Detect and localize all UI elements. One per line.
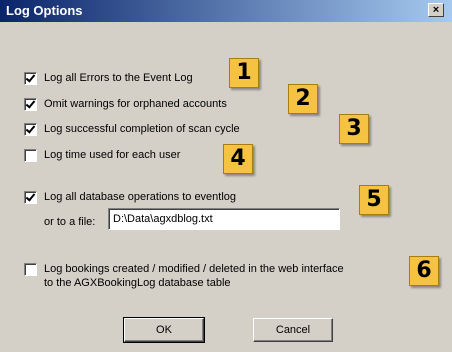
ok-button[interactable]: OK bbox=[123, 317, 205, 343]
option-label: Log time used for each user bbox=[44, 149, 181, 161]
option-label: Log bookings created / modified / delete… bbox=[44, 263, 344, 275]
checkbox-log-errors[interactable] bbox=[24, 72, 37, 85]
checkbox-omit-warnings[interactable] bbox=[24, 98, 37, 111]
option-label: Log successful completion of scan cycle bbox=[44, 123, 240, 135]
checkbox-log-scan-completion[interactable] bbox=[24, 123, 37, 136]
cancel-button[interactable]: Cancel bbox=[253, 318, 333, 342]
callout-badge-5: 5 bbox=[359, 185, 389, 215]
log-file-input[interactable] bbox=[108, 208, 340, 230]
checkbox-log-time-per-user[interactable] bbox=[24, 149, 37, 162]
callout-badge-3: 3 bbox=[339, 114, 369, 144]
callout-badge-1: 1 bbox=[229, 58, 259, 88]
log-options-dialog: Log Options × Log all Errors to the Even… bbox=[0, 0, 452, 352]
callout-badge-2: 2 bbox=[288, 84, 318, 114]
option-label: Log all database operations to eventlog bbox=[44, 191, 237, 203]
title-bar: Log Options × bbox=[0, 0, 452, 22]
option-label: Log all Errors to the Event Log bbox=[44, 72, 193, 84]
checkbox-log-db-operations[interactable] bbox=[24, 191, 37, 204]
dialog-title: Log Options bbox=[6, 3, 83, 18]
option-label: Omit warnings for orphaned accounts bbox=[44, 98, 227, 110]
callout-badge-4: 4 bbox=[223, 144, 253, 174]
callout-badge-6: 6 bbox=[409, 256, 439, 286]
option-label-line2: to the AGXBookingLog database table bbox=[44, 277, 231, 289]
close-button[interactable]: × bbox=[428, 3, 444, 17]
file-label: or to a file: bbox=[44, 216, 96, 228]
checkbox-log-bookings[interactable] bbox=[24, 263, 37, 276]
